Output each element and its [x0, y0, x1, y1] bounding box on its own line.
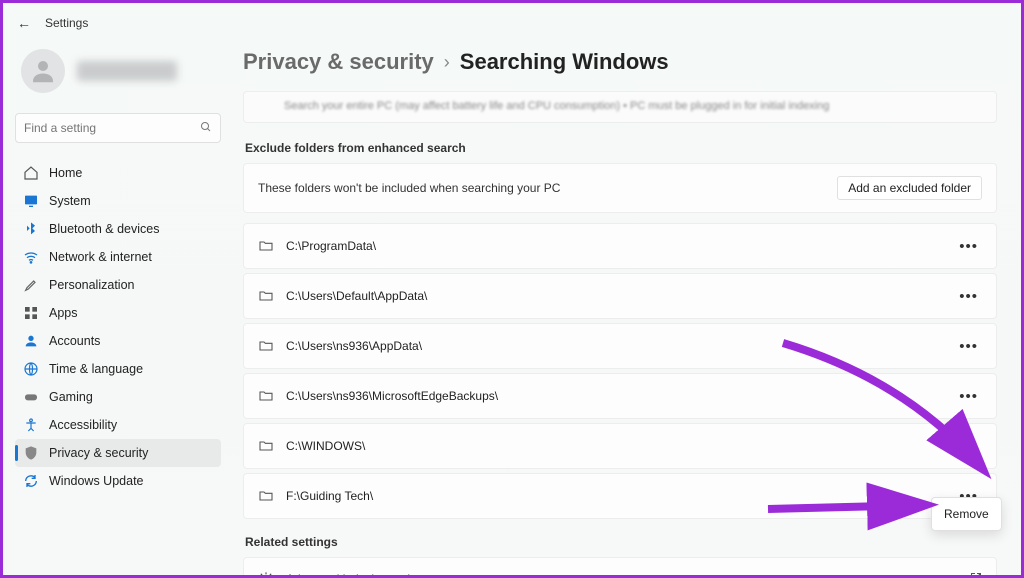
sidebar-item-label: Network & internet — [49, 250, 152, 264]
context-menu-remove[interactable]: Remove — [932, 502, 1001, 526]
sidebar-item-windows-update[interactable]: Windows Update — [15, 467, 221, 495]
sidebar-item-personalization[interactable]: Personalization — [15, 271, 221, 299]
excluded-folder-row: C:\WINDOWS\ ••• — [243, 423, 997, 469]
section-title-exclude: Exclude folders from enhanced search — [245, 141, 997, 155]
folder-path: C:\ProgramData\ — [286, 239, 376, 253]
gear-icon — [258, 571, 274, 575]
related-row-advanced-indexing[interactable]: Advanced indexing options — [243, 557, 997, 575]
user-name-redacted — [77, 61, 177, 81]
folder-path: C:\Users\Default\AppData\ — [286, 289, 427, 303]
sidebar-item-label: Accessibility — [49, 418, 117, 432]
access-icon — [23, 417, 39, 433]
page-title: Searching Windows — [460, 49, 669, 75]
more-options-button[interactable]: ••• — [955, 434, 982, 459]
search-icon — [200, 121, 212, 136]
sidebar-item-accounts[interactable]: Accounts — [15, 327, 221, 355]
excluded-folder-row: C:\ProgramData\ ••• — [243, 223, 997, 269]
sidebar-item-label: Windows Update — [49, 474, 144, 488]
sidebar-item-apps[interactable]: Apps — [15, 299, 221, 327]
update-icon — [23, 473, 39, 489]
apps-icon — [23, 305, 39, 321]
excluded-folder-row: C:\Users\ns936\MicrosoftEdgeBackups\ ••• — [243, 373, 997, 419]
add-excluded-folder-button[interactable]: Add an excluded folder — [837, 176, 982, 200]
sidebar-item-network-internet[interactable]: Network & internet — [15, 243, 221, 271]
sidebar-item-label: Gaming — [49, 390, 93, 404]
globe-icon — [23, 361, 39, 377]
search-input-wrapper[interactable] — [15, 113, 221, 143]
breadcrumb-parent[interactable]: Privacy & security — [243, 49, 434, 75]
sidebar-item-time-language[interactable]: Time & language — [15, 355, 221, 383]
excluded-folder-row: C:\Users\Default\AppData\ ••• — [243, 273, 997, 319]
folder-icon — [258, 338, 274, 354]
excluded-folder-row: C:\Users\ns936\AppData\ ••• — [243, 323, 997, 369]
home-icon — [23, 165, 39, 181]
bluetooth-icon — [23, 221, 39, 237]
search-input[interactable] — [24, 121, 200, 135]
shield-icon — [23, 445, 39, 461]
folder-icon — [258, 438, 274, 454]
brush-icon — [23, 277, 39, 293]
sidebar-item-label: Personalization — [49, 278, 134, 292]
chevron-right-icon: › — [444, 52, 450, 73]
exclude-subtitle: These folders won't be included when sea… — [258, 181, 560, 195]
excluded-folder-row: F:\Guiding Tech\••• — [243, 473, 997, 519]
sidebar-item-system[interactable]: System — [15, 187, 221, 215]
sidebar-item-label: Apps — [49, 306, 78, 320]
sidebar-item-bluetooth-devices[interactable]: Bluetooth & devices — [15, 215, 221, 243]
exclude-description-row: These folders won't be included when sea… — [243, 163, 997, 213]
person-icon — [23, 333, 39, 349]
sidebar-item-privacy-security[interactable]: Privacy & security — [15, 439, 221, 467]
folder-path: F:\Guiding Tech\ — [286, 489, 373, 503]
user-block[interactable] — [15, 43, 221, 107]
more-options-button[interactable]: ••• — [955, 334, 982, 359]
sidebar-item-label: Time & language — [49, 362, 143, 376]
folder-icon — [258, 288, 274, 304]
folder-icon — [258, 238, 274, 254]
info-banner: Search your entire PC (may affect batter… — [243, 91, 997, 123]
sidebar-item-label: Bluetooth & devices — [49, 222, 160, 236]
sidebar-item-home[interactable]: Home — [15, 159, 221, 187]
context-menu: Remove — [931, 497, 1002, 531]
sidebar-item-label: Accounts — [49, 334, 100, 348]
folder-path: C:\WINDOWS\ — [286, 439, 365, 453]
related-label: Advanced indexing options — [286, 572, 429, 575]
game-icon — [23, 389, 39, 405]
wifi-icon — [23, 249, 39, 265]
back-button[interactable]: ← — [17, 15, 31, 31]
folder-path: C:\Users\ns936\AppData\ — [286, 339, 422, 353]
breadcrumb: Privacy & security › Searching Windows — [243, 43, 997, 91]
main-content: Privacy & security › Searching Windows S… — [235, 43, 1021, 575]
section-title-related: Related settings — [245, 535, 997, 549]
sidebar: Home System Bluetooth & devices Network & i… — [3, 43, 235, 575]
sidebar-item-gaming[interactable]: Gaming — [15, 383, 221, 411]
avatar — [21, 49, 65, 93]
folder-path: C:\Users\ns936\MicrosoftEdgeBackups\ — [286, 389, 498, 403]
more-options-button[interactable]: ••• — [955, 234, 982, 259]
header-title: Settings — [45, 16, 88, 30]
more-options-button[interactable]: ••• — [955, 284, 982, 309]
open-external-icon — [970, 572, 982, 576]
sidebar-item-accessibility[interactable]: Accessibility — [15, 411, 221, 439]
folder-icon — [258, 488, 274, 504]
system-icon — [23, 193, 39, 209]
sidebar-item-label: Privacy & security — [49, 446, 148, 460]
sidebar-item-label: Home — [49, 166, 82, 180]
more-options-button[interactable]: ••• — [955, 384, 982, 409]
folder-icon — [258, 388, 274, 404]
sidebar-item-label: System — [49, 194, 91, 208]
